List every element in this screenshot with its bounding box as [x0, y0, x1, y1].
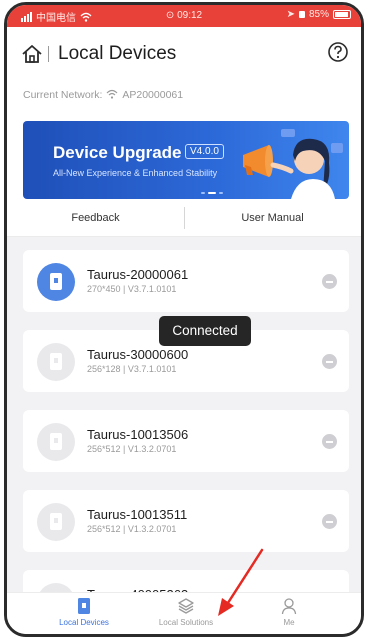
device-more-icon[interactable] [322, 514, 337, 529]
device-more-icon[interactable] [322, 274, 337, 289]
wifi-icon [80, 12, 92, 22]
header-divider [48, 46, 49, 62]
location-icon: ➤ [286, 9, 295, 20]
device-meta: 256*512 | V1.3.2.0701 [87, 444, 177, 454]
device-name: Taurus-10013511 [87, 507, 188, 522]
lock-icon [298, 11, 305, 18]
network-label: Current Network: [23, 89, 103, 101]
home-icon[interactable] [21, 43, 43, 65]
device-name: Taurus-20000061 [87, 267, 189, 282]
device-screen-icon [37, 423, 75, 461]
app-header: Local Devices [7, 27, 361, 83]
battery-icon [333, 10, 351, 19]
banner-title: Device Upgrade [53, 143, 182, 162]
tab-me[interactable]: Me [269, 597, 309, 627]
tab-local-solutions[interactable]: Local Solutions [136, 597, 236, 627]
signal-icon [21, 11, 32, 22]
upgrade-banner[interactable]: Device Upgrade V4.0.0 All-New Experience… [23, 121, 349, 199]
connected-toast: Connected [159, 316, 251, 346]
device-meta: 256*512 | V1.3.2.0701 [87, 524, 177, 534]
status-bar: 中国电信 ⊙ 09:12 ➤ 85% [7, 5, 361, 27]
device-tab-icon [78, 598, 90, 614]
tab-bar: Local Devices Local Solutions Me [7, 592, 361, 634]
device-name: Taurus-30000600 [87, 347, 189, 362]
tab-local-devices[interactable]: Local Devices [34, 597, 134, 627]
device-more-icon[interactable] [322, 434, 337, 449]
device-card[interactable]: Taurus-20000061 270*450 | V3.7.1.0101 [23, 250, 349, 312]
device-screen-icon [37, 503, 75, 541]
help-links: Feedback User Manual [7, 203, 361, 237]
battery-label: 85% [308, 9, 329, 20]
device-screen-icon [37, 263, 75, 301]
help-icon[interactable] [327, 41, 349, 63]
tab-label: Me [283, 618, 295, 627]
network-ssid: AP20000061 [122, 89, 184, 101]
user-icon [281, 598, 297, 615]
phone-frame: 中国电信 ⊙ 09:12 ➤ 85% Local Devices Current… [4, 2, 364, 637]
current-network: Current Network: AP20000061 [7, 83, 361, 119]
megaphone-girl-illustration [243, 129, 343, 199]
device-list: Taurus-20000061 270*450 | V3.7.1.0101 Ta… [7, 237, 361, 597]
banner-subtitle: All-New Experience & Enhanced Stability [53, 168, 218, 178]
carrier-label: 中国电信 [36, 13, 76, 24]
banner-version-badge: V4.0.0 [185, 144, 224, 159]
time-label: 09:12 [177, 10, 203, 21]
wifi-icon [106, 89, 118, 99]
clock: ⊙ 09:12 [166, 10, 202, 21]
device-card[interactable]: Taurus-10013506 256*512 | V1.3.2.0701 [23, 410, 349, 472]
device-more-icon[interactable] [322, 354, 337, 369]
device-card[interactable]: Taurus-10013511 256*512 | V1.3.2.0701 [23, 490, 349, 552]
tab-label: Local Solutions [158, 618, 214, 627]
page-title: Local Devices [58, 43, 177, 64]
device-meta: 256*128 | V3.7.1.0101 [87, 364, 177, 374]
device-name: Taurus-10013506 [87, 427, 189, 442]
banner-section: Device Upgrade V4.0.0 All-New Experience… [7, 119, 361, 203]
layers-icon [178, 598, 194, 614]
tab-label: Local Devices [59, 618, 109, 627]
device-meta: 270*450 | V3.7.1.0101 [87, 284, 177, 294]
alarm-icon: ⊙ [165, 10, 175, 21]
banner-pagination [201, 192, 223, 194]
device-screen-icon [37, 343, 75, 381]
feedback-link[interactable]: Feedback [7, 212, 184, 224]
user-manual-link[interactable]: User Manual [184, 212, 361, 224]
